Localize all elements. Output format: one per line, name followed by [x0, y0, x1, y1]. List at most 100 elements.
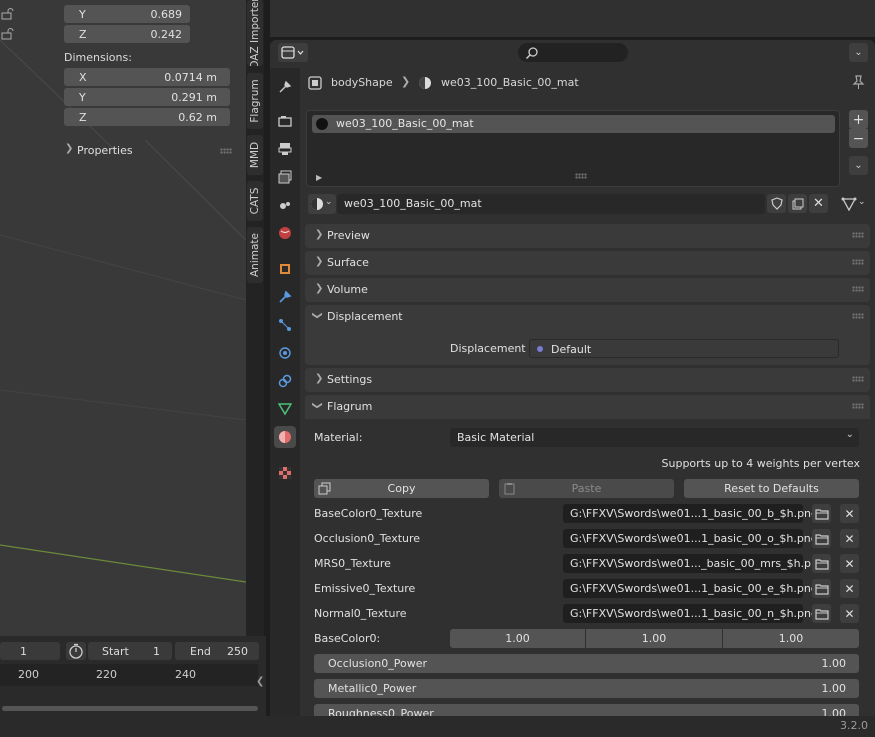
- editor-type-button[interactable]: [278, 43, 308, 62]
- modifier-icon[interactable]: [274, 286, 296, 308]
- dimension-x-field[interactable]: X 0.0714 m: [64, 68, 230, 86]
- material-sphere-icon: [311, 198, 323, 210]
- texture-icon[interactable]: [274, 462, 296, 484]
- basecolor-b-field[interactable]: 1.00: [723, 629, 859, 648]
- timeline-ruler[interactable]: 200 220 240: [0, 664, 258, 686]
- scene-icon[interactable]: [274, 194, 296, 216]
- options-dropdown[interactable]: ⌄: [849, 43, 868, 62]
- properties-subpanel-header[interactable]: ❯ Properties: [60, 141, 238, 161]
- particles-icon[interactable]: [274, 314, 296, 336]
- fake-user-button[interactable]: [767, 194, 786, 213]
- duplicate-material-button[interactable]: [788, 194, 807, 213]
- reset-defaults-button[interactable]: Reset to Defaults: [684, 479, 859, 498]
- close-icon: ✕: [844, 531, 855, 546]
- tab-flagrum[interactable]: Flagrum: [247, 73, 263, 129]
- pin-icon[interactable]: [851, 75, 865, 90]
- drag-grip-icon[interactable]: [852, 286, 864, 292]
- texture-path-field[interactable]: G:\FFXV\Swords\we01...1_basic_00_b_$h.pn…: [563, 504, 818, 523]
- basecolor-r-field[interactable]: 1.00: [450, 629, 585, 648]
- lock-icon[interactable]: [0, 8, 14, 20]
- surface-panel-header[interactable]: ❯ Surface: [305, 251, 870, 275]
- timeline-scrollbar[interactable]: [2, 706, 258, 711]
- output-icon[interactable]: [274, 138, 296, 160]
- preview-panel-header[interactable]: ❯ Preview: [305, 224, 870, 248]
- resize-grip-icon[interactable]: [575, 173, 587, 179]
- search-input[interactable]: [518, 43, 628, 62]
- world-icon[interactable]: [274, 222, 296, 244]
- folder-icon[interactable]: [812, 604, 831, 623]
- dimension-y-field[interactable]: Y 0.291 m: [64, 88, 230, 106]
- clear-texture-button[interactable]: ✕: [840, 504, 859, 523]
- copy-button[interactable]: Copy: [314, 479, 489, 498]
- folder-icon[interactable]: [812, 504, 831, 523]
- tab-animate[interactable]: Animate: [247, 227, 263, 283]
- current-frame-field[interactable]: 1: [0, 642, 60, 660]
- settings-panel-header[interactable]: ❯ Settings: [305, 368, 870, 392]
- chevron-right-icon: ❯: [65, 143, 74, 154]
- drag-grip-icon[interactable]: [852, 232, 864, 238]
- displacement-socket-field[interactable]: Default: [529, 339, 839, 358]
- material-icon[interactable]: [274, 426, 296, 448]
- close-icon: ✕: [844, 606, 855, 621]
- volume-panel-header[interactable]: ❯ Volume: [305, 278, 870, 302]
- chevron-left-icon[interactable]: ❮: [256, 676, 264, 687]
- location-z-field[interactable]: Z 0.242: [64, 25, 190, 43]
- drag-grip-icon[interactable]: [220, 148, 232, 154]
- texture-path-field[interactable]: G:\FFXV\Swords\we01...1_basic_00_e_$h.pn…: [563, 579, 818, 598]
- breadcrumb-object[interactable]: bodyShape: [331, 76, 393, 89]
- texture-path-field[interactable]: G:\FFXV\Swords\we01...1_basic_00_n_$h.pn…: [563, 604, 818, 623]
- timeline[interactable]: 1 Start 1 End 250 200 220 240 ❮: [0, 636, 266, 716]
- metallic-power-slider[interactable]: Metallic0_Power 1.00: [314, 679, 859, 698]
- tool-icon[interactable]: [274, 76, 296, 98]
- material-name-field[interactable]: we03_100_Basic_00_mat: [337, 194, 765, 214]
- unlink-material-button[interactable]: ✕: [809, 194, 828, 213]
- physics-icon[interactable]: [274, 342, 296, 364]
- tab-daz-importer[interactable]: DAZ Importer: [247, 0, 263, 66]
- list-item[interactable]: we03_100_Basic_00_mat: [312, 115, 835, 133]
- dimension-z-field[interactable]: Z 0.62 m: [64, 108, 230, 126]
- clear-texture-button[interactable]: ✕: [840, 579, 859, 598]
- start-frame-field[interactable]: Start 1: [88, 642, 172, 660]
- paste-button[interactable]: Paste: [499, 479, 674, 498]
- stopwatch-icon[interactable]: [66, 642, 86, 660]
- remove-slot-button[interactable]: −: [849, 129, 868, 148]
- texture-path-field[interactable]: G:\FFXV\Swords\we01..._basic_00_mrs_$h.p…: [563, 554, 825, 573]
- data-icon[interactable]: [274, 398, 296, 420]
- occlusion-power-slider[interactable]: Occlusion0_Power 1.00: [314, 654, 859, 673]
- folder-icon[interactable]: [812, 529, 831, 548]
- node-tree-dropdown[interactable]: ⌄: [837, 194, 869, 214]
- chevron-down-icon[interactable]: ❯: [312, 311, 323, 319]
- add-slot-button[interactable]: +: [849, 110, 868, 129]
- drag-grip-icon[interactable]: [852, 259, 864, 265]
- folder-icon[interactable]: [812, 579, 831, 598]
- 3d-viewport[interactable]: Y 0.689 Z 0.242 Dimensions: X 0.0714 m Y…: [0, 0, 246, 636]
- end-frame-field[interactable]: End 250: [175, 642, 259, 660]
- drag-grip-icon[interactable]: [852, 376, 864, 382]
- folder-icon[interactable]: [812, 554, 831, 573]
- clear-texture-button[interactable]: ✕: [840, 554, 859, 573]
- paste-icon: [504, 483, 515, 495]
- texture-path-field[interactable]: G:\FFXV\Swords\we01...1_basic_00_o_$h.pn…: [563, 529, 818, 548]
- lock-icon[interactable]: [0, 28, 14, 40]
- material-slot-list[interactable]: we03_100_Basic_00_mat ▶: [306, 110, 840, 187]
- socket-dot-icon: [537, 346, 543, 352]
- clear-texture-button[interactable]: ✕: [840, 604, 859, 623]
- constraints-icon[interactable]: [274, 370, 296, 392]
- flagrum-panel-header[interactable]: ❯ Flagrum: [305, 395, 870, 419]
- tab-cats[interactable]: CATS: [247, 181, 263, 221]
- flagrum-material-dropdown[interactable]: Basic Material ⌄: [450, 428, 859, 447]
- breadcrumb-material[interactable]: we03_100_Basic_00_mat: [441, 76, 579, 89]
- render-icon[interactable]: [274, 110, 296, 132]
- expand-triangle-icon[interactable]: ▶: [316, 173, 322, 182]
- object-icon[interactable]: [274, 258, 296, 280]
- browse-material-button[interactable]: ⌄: [308, 194, 336, 214]
- roughness-power-slider[interactable]: Roughness0_Power 1.00: [314, 704, 859, 716]
- drag-grip-icon[interactable]: [852, 403, 864, 409]
- clear-texture-button[interactable]: ✕: [840, 529, 859, 548]
- tab-mmd[interactable]: MMD: [247, 135, 263, 175]
- basecolor-g-field[interactable]: 1.00: [586, 629, 722, 648]
- drag-grip-icon[interactable]: [852, 313, 864, 319]
- view-layer-icon[interactable]: [274, 166, 296, 188]
- slot-specials-button[interactable]: ⌄: [849, 156, 868, 175]
- location-y-field[interactable]: Y 0.689: [64, 5, 190, 23]
